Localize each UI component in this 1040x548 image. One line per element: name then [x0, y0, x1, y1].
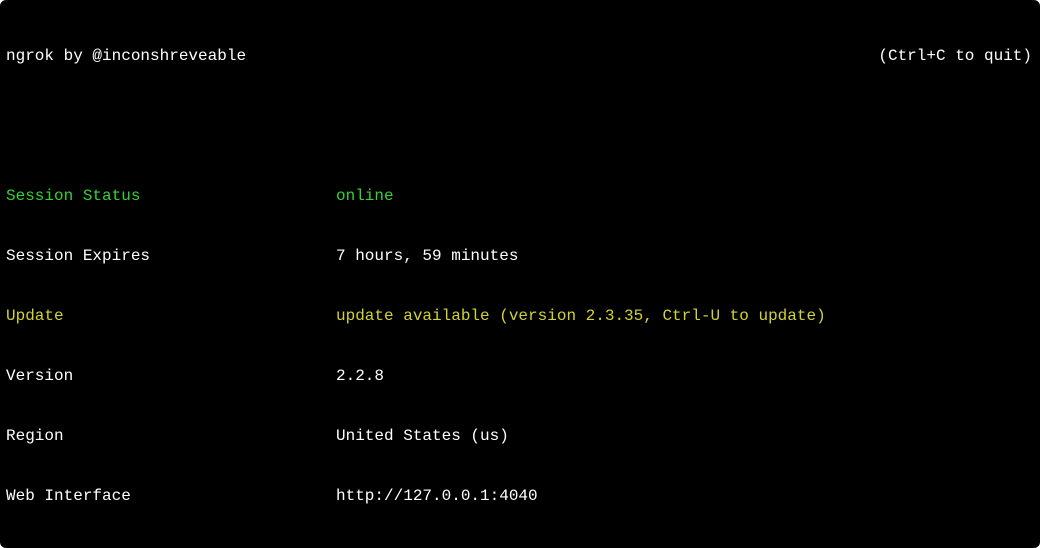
- terminal-window: ngrok by @inconshreveable (Ctrl+C to qui…: [0, 0, 1040, 548]
- field-value: update available (version 2.3.35, Ctrl-U…: [336, 306, 1032, 326]
- field-web-interface: Web Interface http://127.0.0.1:4040: [6, 486, 1032, 506]
- field-value: 2.2.8: [336, 366, 1032, 386]
- field-value: United States (us): [336, 426, 1032, 446]
- quit-hint: (Ctrl+C to quit): [878, 46, 1032, 66]
- field-value: 7 hours, 59 minutes: [336, 246, 1032, 266]
- field-label: Version: [6, 366, 336, 386]
- field-label: Region: [6, 426, 336, 446]
- app-title: ngrok by @inconshreveable: [6, 46, 246, 66]
- field-label: Update: [6, 306, 336, 326]
- field-session-status: Session Status online: [6, 186, 1032, 206]
- blank-line: [6, 106, 1032, 126]
- field-update: Update update available (version 2.3.35,…: [6, 306, 1032, 326]
- field-session-expires: Session Expires 7 hours, 59 minutes: [6, 246, 1032, 266]
- header-row: ngrok by @inconshreveable (Ctrl+C to qui…: [6, 46, 1032, 66]
- field-region: Region United States (us): [6, 426, 1032, 446]
- field-label: Web Interface: [6, 486, 336, 506]
- field-label: Session Expires: [6, 246, 336, 266]
- field-value: http://127.0.0.1:4040: [336, 486, 1032, 506]
- field-label: Session Status: [6, 186, 336, 206]
- field-value: online: [336, 186, 1032, 206]
- field-version: Version 2.2.8: [6, 366, 1032, 386]
